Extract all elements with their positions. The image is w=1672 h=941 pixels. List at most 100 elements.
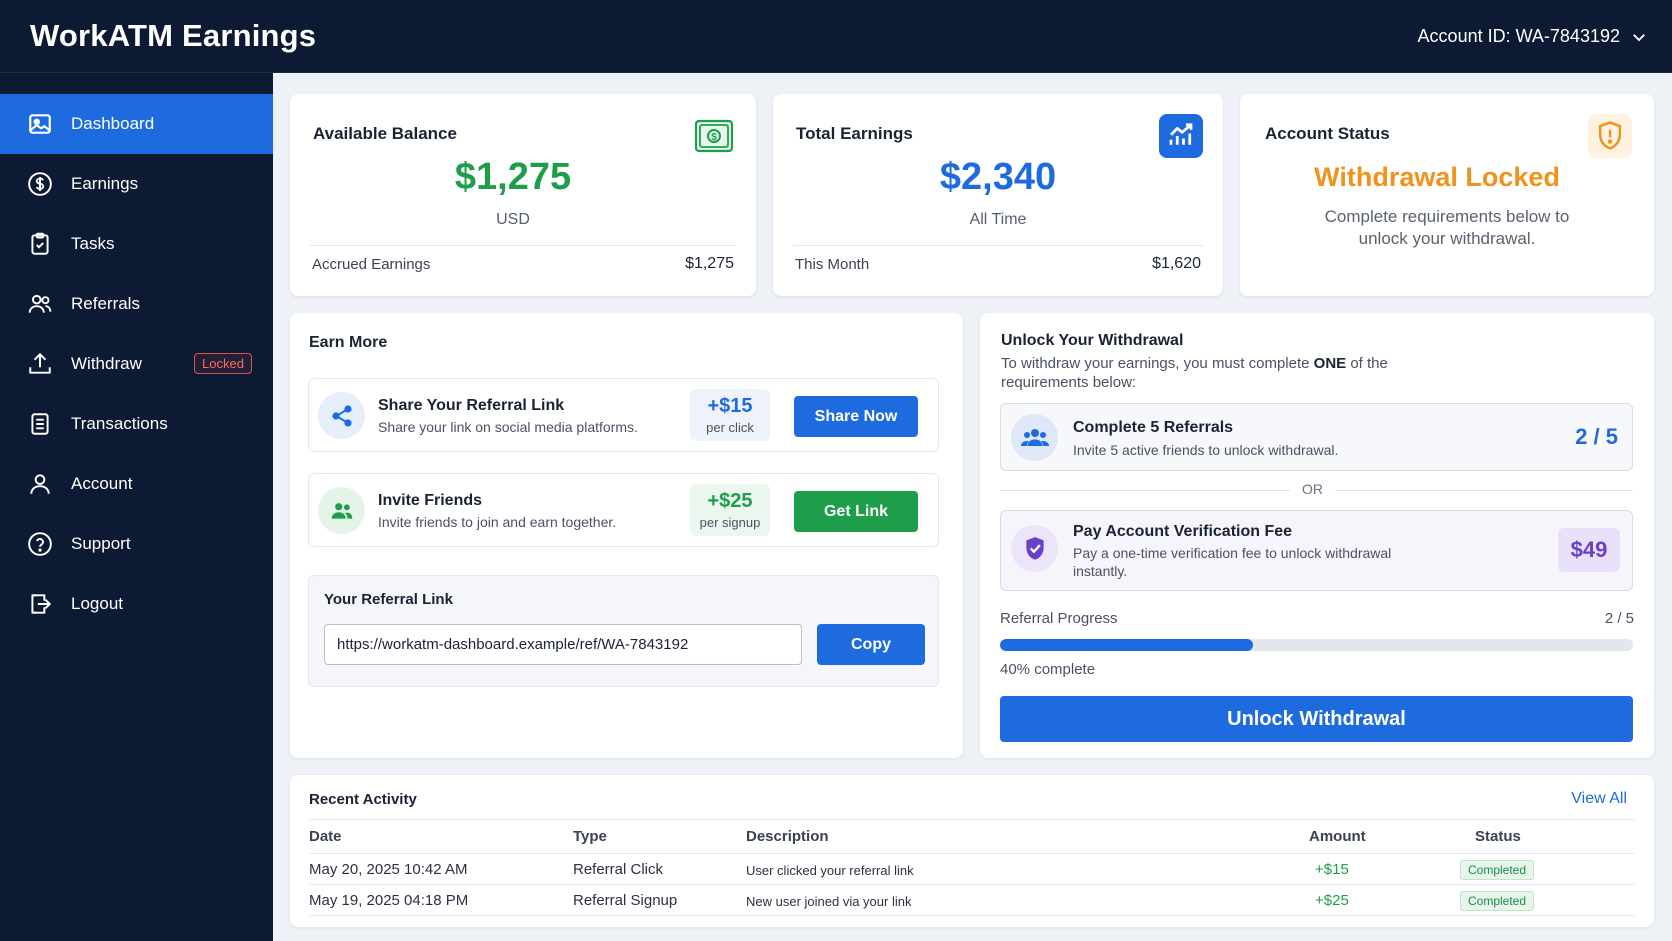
account-status-value: Withdrawal Locked: [1314, 162, 1560, 192]
sidebar-item-account[interactable]: Account: [0, 454, 273, 514]
divider: [309, 853, 1635, 854]
sidebar-item-withdraw[interactable]: Withdraw Locked: [0, 334, 273, 394]
shield-check-icon: [1011, 525, 1058, 572]
sidebar-item-support[interactable]: Support: [0, 514, 273, 574]
row-date: May 20, 2025 10:42 AM: [309, 861, 468, 878]
click-reward-box: +$15 per click: [690, 389, 770, 441]
this-month-label: This Month: [795, 256, 870, 273]
shield-alert-icon: [1588, 114, 1632, 158]
svg-text:$: $: [711, 132, 717, 143]
unlock-withdrawal-card: Unlock Your Withdrawal To withdraw your …: [980, 313, 1654, 758]
row-type: Referral Click: [573, 861, 664, 878]
divider: [793, 245, 1203, 246]
referral-link-input[interactable]: [324, 624, 802, 665]
sidebar-item-label: Referrals: [71, 294, 140, 313]
referrals-requirement-desc: Invite 5 active friends to unlock withdr…: [1073, 442, 1339, 458]
verification-fee-title: Pay Account Verification Fee: [1073, 523, 1293, 540]
account-status-desc: Complete requirements below to unlock yo…: [1324, 207, 1570, 248]
chevron-down-icon: [1633, 33, 1645, 41]
share-now-button[interactable]: Share Now: [794, 396, 918, 437]
earn-more-card: Earn More Share Your Referral Link Share…: [290, 313, 963, 758]
sidebar-item-earnings[interactable]: Earnings: [0, 154, 273, 214]
cash-icon: $: [692, 114, 736, 158]
locked-badge: Locked: [194, 353, 252, 374]
image-icon: [27, 111, 53, 137]
referral-link-box: Your Referral Link Copy: [308, 575, 939, 687]
balance-value: $1,275: [454, 156, 572, 198]
clipboard-check-icon: [27, 231, 53, 257]
click-reward-unit: per click: [706, 420, 754, 435]
friends-icon: [318, 487, 365, 534]
status-badge: Completed: [1460, 891, 1535, 911]
sidebar-item-label: Tasks: [71, 234, 115, 253]
view-all-link[interactable]: View All: [1571, 790, 1627, 808]
referral-progress-bar: [1000, 639, 1633, 651]
app-title: WorkATM Earnings: [30, 18, 317, 53]
referral-progress-label: Referral Progress: [1000, 610, 1118, 627]
accrued-earnings-label: Accrued Earnings: [312, 256, 431, 273]
sidebar-item-transactions[interactable]: Transactions: [0, 394, 273, 454]
account-id-label: Account ID: WA-7843192: [1417, 26, 1620, 46]
invite-friends-title: Invite Friends: [378, 492, 483, 509]
get-link-button[interactable]: Get Link: [794, 491, 918, 532]
signup-reward-unit: per signup: [699, 515, 761, 530]
dollar-circle-icon: [27, 171, 53, 197]
status-badge: Completed: [1460, 860, 1535, 880]
sidebar-item-label: Withdraw: [71, 354, 142, 373]
account-id-dropdown[interactable]: Account ID: WA-7843192: [1418, 26, 1648, 47]
divider: [309, 884, 1635, 885]
logout-icon: [27, 591, 53, 617]
column-header-date: Date: [309, 828, 342, 845]
total-earnings-value: $2,340: [939, 156, 1057, 198]
referral-progress-percent: 40% complete: [1000, 661, 1096, 678]
unlock-withdrawal-button[interactable]: Unlock Withdrawal: [1000, 696, 1633, 742]
this-month-value: $1,620: [1152, 255, 1201, 272]
row-amount: +$15: [1315, 861, 1349, 878]
unlock-withdrawal-title: Unlock Your Withdrawal: [1001, 332, 1184, 349]
total-earnings-card: Total Earnings $2,340 All Time This Mont…: [773, 94, 1223, 296]
referrals-requirement: Complete 5 Referrals Invite 5 active fri…: [1000, 403, 1633, 471]
signup-reward-amount: +$25: [707, 490, 753, 512]
column-header-description: Description: [746, 828, 829, 845]
team-icon: [1011, 414, 1058, 461]
sidebar-item-label: Account: [71, 474, 133, 493]
sidebar-item-referrals[interactable]: Referrals: [0, 274, 273, 334]
total-earnings-period: All Time: [969, 211, 1027, 228]
referrals-requirement-title: Complete 5 Referrals: [1073, 419, 1234, 436]
help-circle-icon: [27, 531, 53, 557]
column-header-type: Type: [573, 828, 607, 845]
earn-more-title: Earn More: [309, 334, 388, 351]
verification-fee-price: $49: [1558, 528, 1620, 572]
invite-friends-desc: Invite friends to join and earn together…: [378, 514, 617, 530]
user-icon: [27, 471, 53, 497]
referral-link-title: Your Referral Link: [324, 591, 453, 608]
share-icon: [318, 392, 365, 439]
sidebar-item-dashboard[interactable]: Dashboard: [0, 94, 273, 154]
sidebar-item-logout[interactable]: Logout: [0, 574, 273, 634]
row-type: Referral Signup: [573, 892, 678, 909]
sidebar: Dashboard Earnings Tasks Referrals Withd…: [0, 73, 273, 941]
top-bar: WorkATM Earnings Account ID: WA-7843192: [0, 0, 1672, 73]
users-icon: [27, 291, 53, 317]
signup-reward-box: +$25 per signup: [690, 484, 770, 536]
sidebar-item-label: Earnings: [71, 174, 139, 193]
column-header-amount: Amount: [1309, 828, 1366, 845]
row-date: May 19, 2025 04:18 PM: [309, 892, 469, 909]
trending-chart-icon: [1159, 114, 1203, 158]
referrals-count: 2 / 5: [1575, 424, 1618, 449]
row-description: User clicked your referral link: [746, 863, 914, 878]
share-link-title: Share Your Referral Link: [378, 397, 565, 414]
document-icon: [27, 411, 53, 437]
balance-unit: USD: [496, 211, 530, 228]
account-status-card: Account Status Withdrawal Locked Complet…: [1240, 94, 1654, 296]
divider: [310, 245, 736, 246]
verification-fee-requirement[interactable]: Pay Account Verification Fee Pay a one-t…: [1000, 510, 1633, 591]
upload-icon: [27, 351, 53, 377]
share-link-desc: Share your link on social media platform…: [378, 419, 638, 435]
unlock-withdrawal-instructions: To withdraw your earnings, you must comp…: [1001, 355, 1388, 391]
sidebar-item-label: Logout: [71, 594, 123, 613]
balance-card: Available Balance $ $1,275 USD Accrued E…: [290, 94, 756, 296]
copy-button[interactable]: Copy: [817, 624, 925, 665]
sidebar-item-tasks[interactable]: Tasks: [0, 214, 273, 274]
share-link-row: Share Your Referral Link Share your link…: [308, 378, 939, 452]
